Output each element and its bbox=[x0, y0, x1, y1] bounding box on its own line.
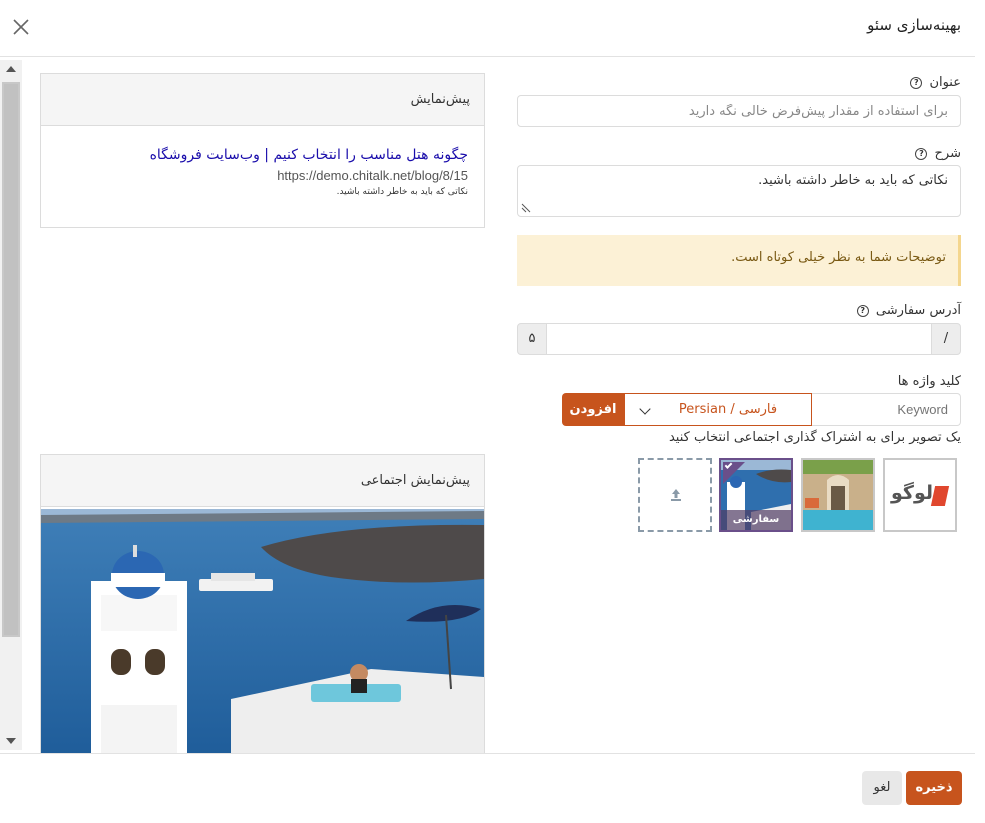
custom-url-label: آدرس سفارشی ? bbox=[856, 303, 961, 318]
image-option-pool[interactable] bbox=[801, 458, 875, 532]
help-icon[interactable]: ? bbox=[910, 77, 923, 89]
image-option-custom[interactable]: سفارشی bbox=[719, 458, 793, 532]
scroll-down-icon[interactable] bbox=[6, 738, 16, 744]
save-button[interactable]: ذخیره bbox=[906, 771, 962, 805]
image-hint: یک تصویر برای به اشتراک گذاری اجتماعی ان… bbox=[668, 430, 961, 445]
keywords-label: کلید واژه ها bbox=[897, 374, 961, 389]
custom-image-label: سفارشی bbox=[721, 510, 791, 530]
custom-url-input[interactable] bbox=[546, 323, 932, 355]
chevron-down-icon bbox=[639, 403, 651, 415]
language-value: Persian / فارسی bbox=[678, 402, 778, 417]
logo-mark-icon bbox=[930, 486, 950, 506]
description-warning: توضیحات شما به نظر خیلی کوتاه است. bbox=[517, 235, 961, 286]
upload-icon bbox=[671, 489, 681, 501]
modal-footer bbox=[0, 753, 975, 823]
help-icon[interactable]: ? bbox=[856, 305, 869, 317]
description-label: شرح ? bbox=[915, 146, 961, 161]
description-value: نکاتی که باید به خاطر داشته باشید. bbox=[758, 173, 948, 188]
custom-url-group: ۵ / bbox=[517, 323, 961, 355]
url-prefix: / bbox=[931, 323, 961, 355]
resize-handle-icon[interactable] bbox=[520, 202, 532, 214]
social-preview-panel: پیش‌نمایش اجتماعی bbox=[40, 454, 485, 754]
keyword-input[interactable] bbox=[812, 393, 961, 426]
social-preview-image bbox=[41, 509, 484, 753]
logo-text: لوگو bbox=[891, 482, 934, 504]
social-preview-heading: پیش‌نمایش اجتماعی bbox=[41, 455, 484, 507]
title-label: عنوان ? bbox=[910, 75, 961, 90]
pool-image-thumbnail bbox=[803, 460, 873, 530]
preview-description: نکاتی که باید به خاطر داشته باشید. bbox=[336, 187, 468, 197]
add-keyword-button[interactable]: افزودن bbox=[562, 393, 624, 426]
scroll-up-icon[interactable] bbox=[6, 66, 16, 72]
alert-text: توضیحات شما به نظر خیلی کوتاه است. bbox=[731, 250, 946, 265]
seo-title-input[interactable] bbox=[517, 95, 961, 127]
seo-description-textarea[interactable]: نکاتی که باید به خاطر داشته باشید. bbox=[517, 165, 961, 217]
close-icon[interactable] bbox=[10, 16, 32, 38]
image-option-logo[interactable]: لوگو bbox=[883, 458, 957, 532]
search-preview-panel: پیش‌نمایش چگونه هتل مناسب را انتخاب کنیم… bbox=[40, 73, 485, 228]
preview-title: چگونه هتل مناسب را انتخاب کنیم | وب‌سایت… bbox=[149, 147, 468, 163]
scrollbar-thumb[interactable] bbox=[2, 82, 20, 637]
keyword-language-select[interactable]: Persian / فارسی bbox=[624, 393, 812, 426]
modal-header: بهینه‌سازی سئو bbox=[0, 0, 975, 57]
cancel-button[interactable]: لغو bbox=[862, 771, 902, 805]
preview-heading: پیش‌نمایش bbox=[41, 74, 484, 126]
preview-url: https://demo.chitalk.net/blog/8/15 bbox=[277, 168, 468, 183]
help-icon[interactable]: ? bbox=[915, 148, 928, 160]
upload-image-button[interactable] bbox=[638, 458, 712, 532]
keywords-group: افزودن Persian / فارسی bbox=[562, 393, 961, 426]
scrollbar[interactable] bbox=[0, 60, 22, 750]
url-suffix: ۵ bbox=[517, 323, 547, 355]
modal-title: بهینه‌سازی سئو bbox=[867, 16, 961, 34]
logo-image-thumbnail: لوگو bbox=[885, 460, 955, 530]
